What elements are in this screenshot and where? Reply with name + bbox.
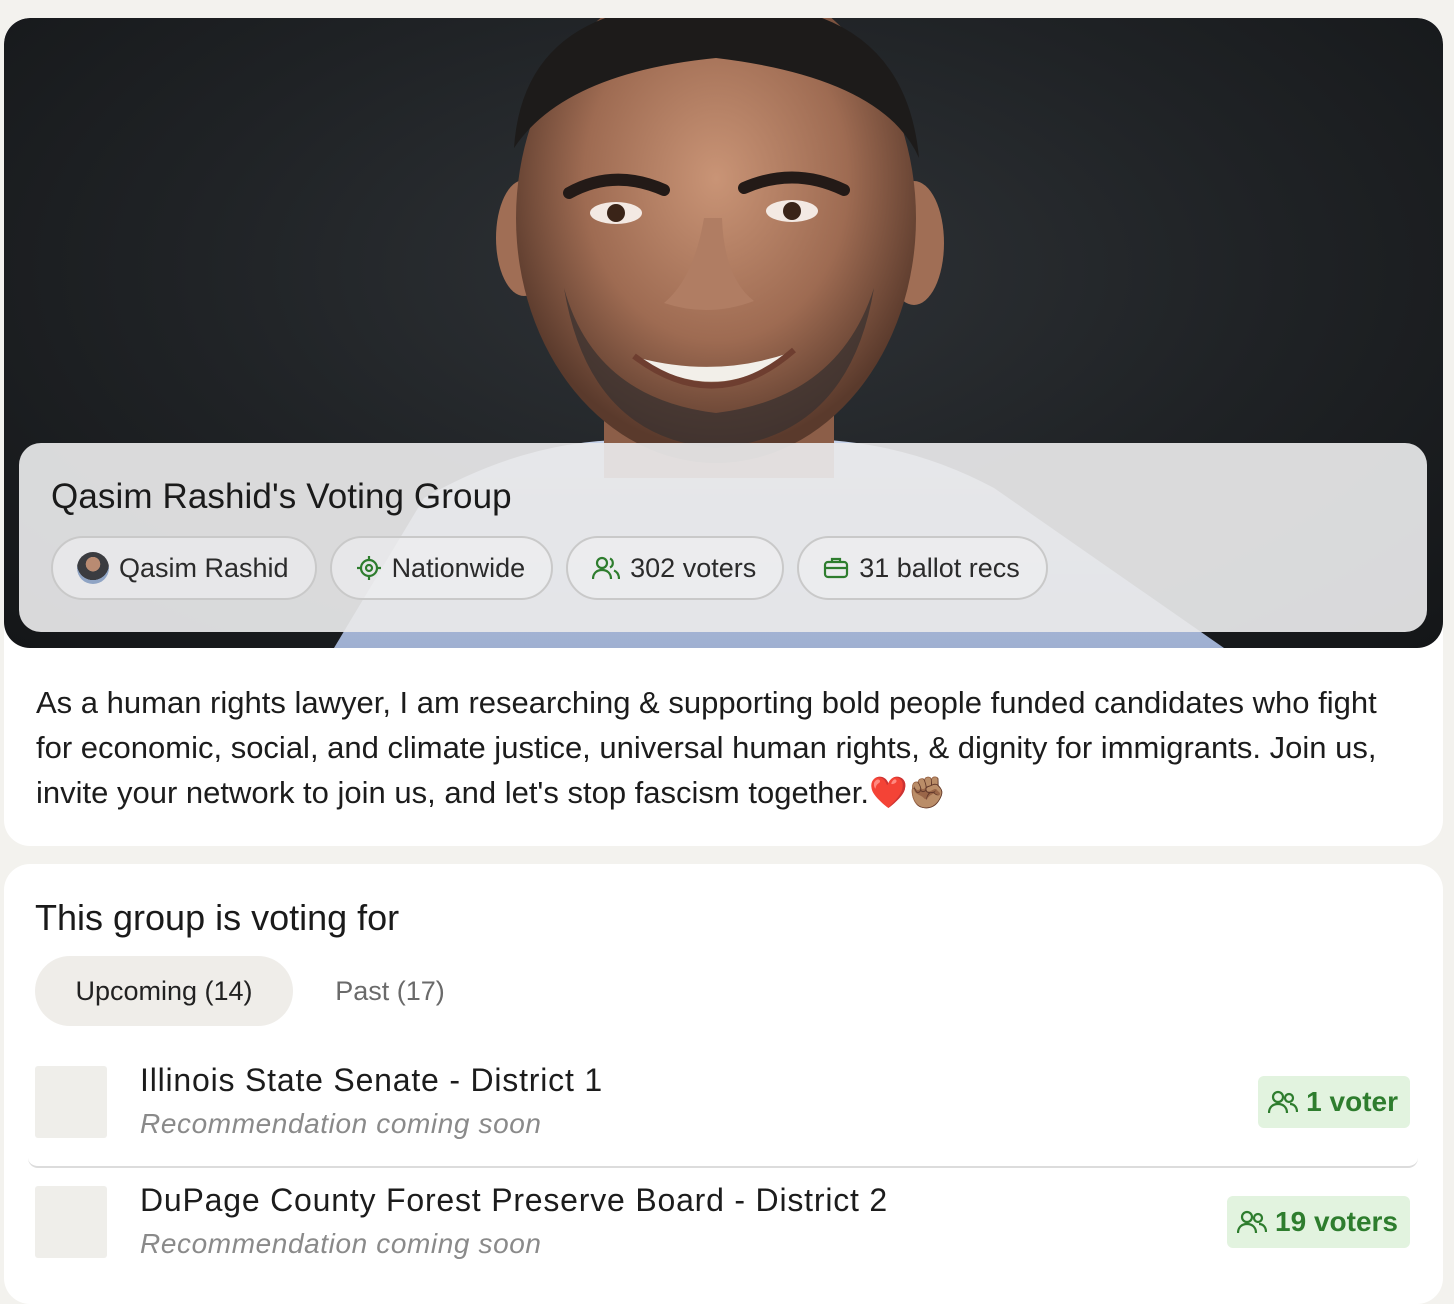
race-thumbnail bbox=[35, 1186, 107, 1258]
avatar bbox=[77, 552, 109, 584]
users-icon bbox=[1237, 1210, 1268, 1234]
race-row[interactable]: Illinois State Senate - District 1 Recom… bbox=[28, 1048, 1418, 1168]
tab-upcoming[interactable]: Upcoming (14) bbox=[35, 956, 293, 1026]
scope-label: Nationwide bbox=[391, 552, 526, 583]
owner-chip[interactable]: Qasim Rashid bbox=[51, 536, 317, 600]
voter-count: 19 voters bbox=[1275, 1206, 1398, 1237]
race-name: Illinois State Senate - District 1 bbox=[140, 1062, 603, 1098]
group-meta-chips: Qasim Rashid Nationwide 302 voters 31 ba… bbox=[51, 536, 1048, 600]
voters-count: 302 voters bbox=[630, 552, 757, 583]
race-row[interactable]: DuPage County Forest Preserve Board - Di… bbox=[28, 1168, 1418, 1288]
group-header-card: Qasim Rashid's Voting Group Qasim Rashid… bbox=[4, 18, 1443, 846]
race-status: Recommendation coming soon bbox=[140, 1228, 542, 1259]
users-icon bbox=[1268, 1090, 1299, 1114]
race-status: Recommendation coming soon bbox=[140, 1108, 542, 1139]
group-title: Qasim Rashid's Voting Group bbox=[51, 477, 512, 516]
ballot-recs-count: 31 ballot recs bbox=[859, 552, 1020, 583]
group-description: As a human rights lawyer, I am researchi… bbox=[36, 685, 1377, 810]
users-icon bbox=[592, 555, 621, 581]
voting-for-card: This group is voting for Upcoming (14) P… bbox=[4, 864, 1443, 1304]
target-icon bbox=[356, 555, 382, 581]
voter-count-badge: 19 voters bbox=[1227, 1196, 1410, 1248]
voter-count: 1 voter bbox=[1306, 1086, 1398, 1117]
group-info-panel: Qasim Rashid's Voting Group Qasim Rashid… bbox=[19, 443, 1427, 632]
section-heading: This group is voting for bbox=[35, 897, 400, 938]
voters-chip[interactable]: 302 voters bbox=[566, 536, 785, 600]
race-thumbnail bbox=[35, 1066, 107, 1138]
tab-past[interactable]: Past (17) bbox=[310, 956, 470, 1026]
ballot-recs-chip[interactable]: 31 ballot recs bbox=[797, 536, 1048, 600]
scope-chip[interactable]: Nationwide bbox=[329, 536, 554, 600]
owner-name: Qasim Rashid bbox=[119, 552, 289, 583]
voter-count-badge: 1 voter bbox=[1258, 1076, 1410, 1128]
race-name: DuPage County Forest Preserve Board - Di… bbox=[140, 1182, 889, 1218]
briefcase-icon bbox=[823, 556, 849, 580]
